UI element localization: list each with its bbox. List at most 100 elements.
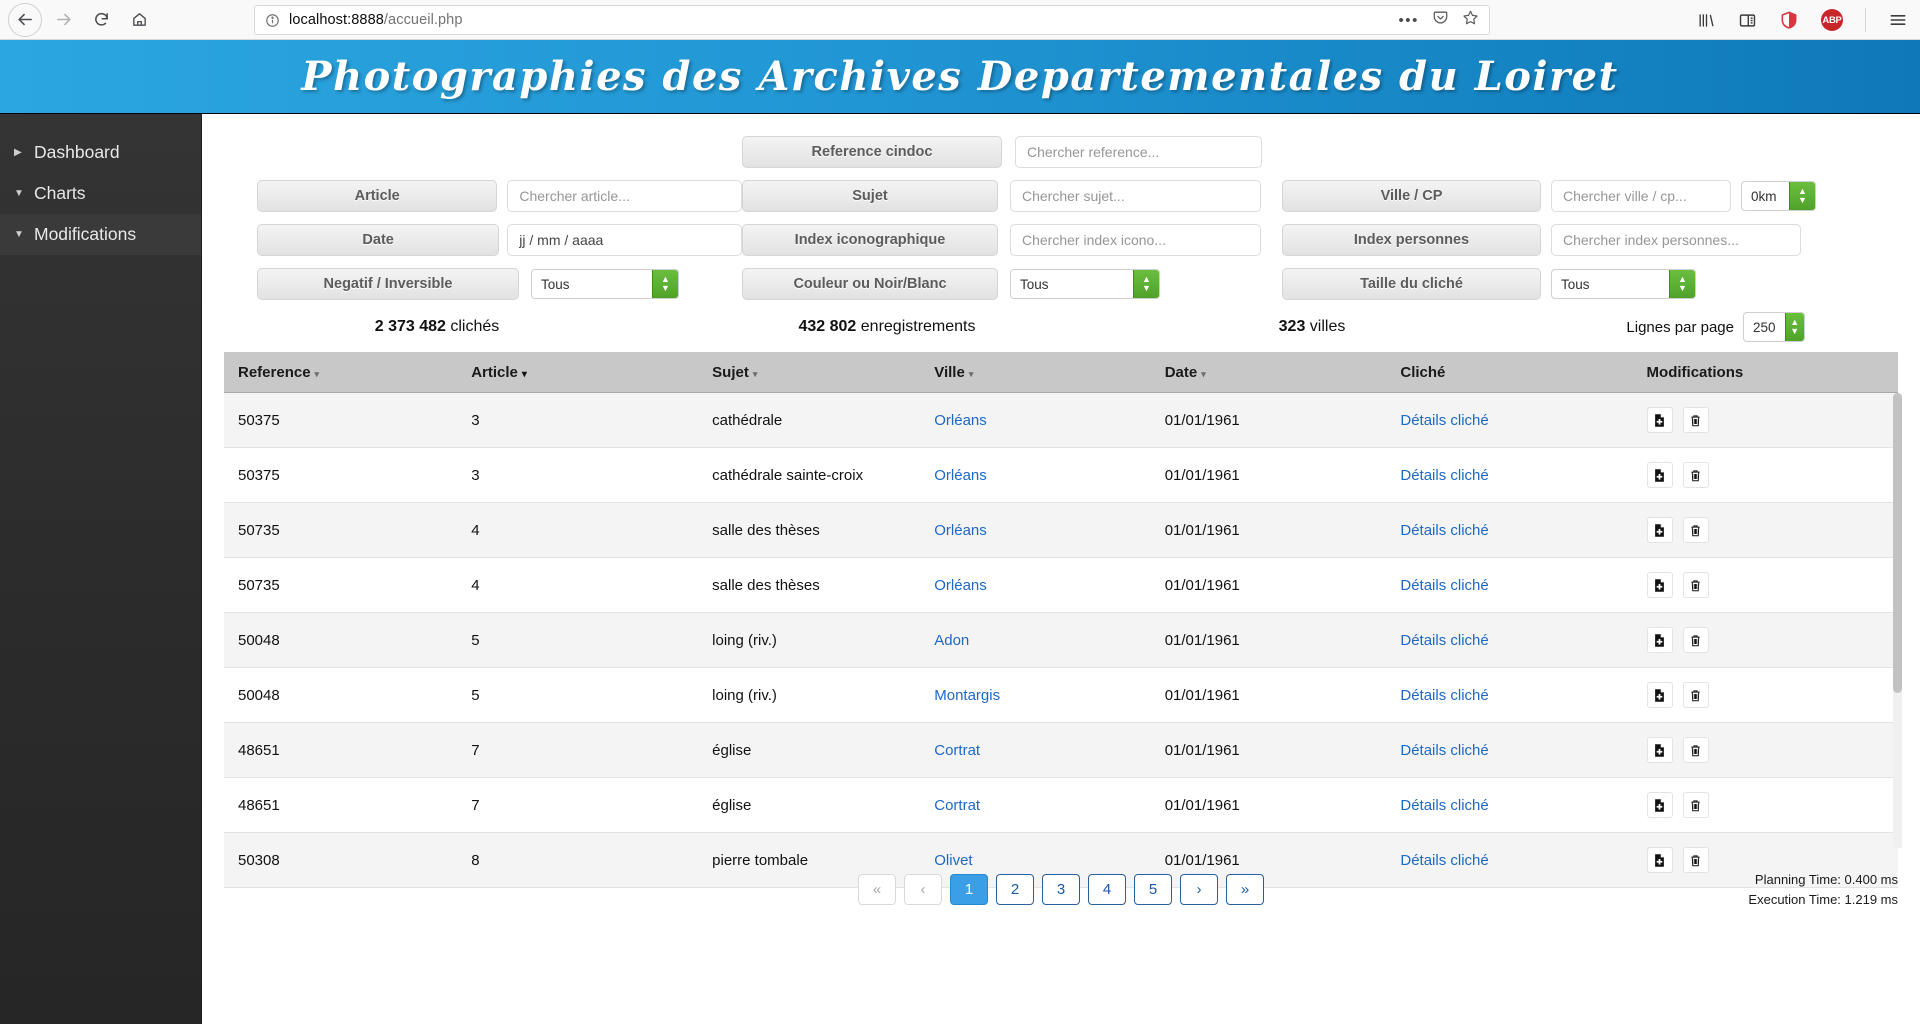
filter-button-sujet[interactable]: Sujet <box>742 180 998 212</box>
filter-button-taille-cliche[interactable]: Taille du cliché <box>1282 268 1541 300</box>
ville-link[interactable]: Orléans <box>934 522 987 539</box>
chevron-updown-icon[interactable]: ▲ ▼ <box>652 270 678 298</box>
column-header-sujet[interactable]: Sujet ▾ <box>712 353 935 393</box>
pagination-page-2[interactable]: 2 <box>996 873 1034 905</box>
filter-button-couleur-noir-blanc[interactable]: Couleur ou Noir/Blanc <box>742 268 998 300</box>
cliche-details-link[interactable]: Détails cliché <box>1400 577 1488 594</box>
search-input-article[interactable] <box>507 180 742 212</box>
column-header-date[interactable]: Date ▾ <box>1164 353 1401 393</box>
taille-cliche-select[interactable]: Tous ▲ ▼ <box>1551 269 1696 299</box>
trash-icon[interactable] <box>1682 407 1709 433</box>
chevron-updown-icon[interactable]: ▲ ▼ <box>1789 182 1815 210</box>
cliche-details-link[interactable]: Détails cliché <box>1400 632 1488 649</box>
trash-icon[interactable] <box>1682 627 1709 653</box>
filter-button-reference-cindoc[interactable]: Reference cindoc <box>742 136 1002 168</box>
sort-arrow-icon: ▾ <box>968 369 974 379</box>
pagination-page-5[interactable]: 5 <box>1134 873 1172 905</box>
search-input-index-icono[interactable] <box>1010 224 1261 256</box>
table-row: 50735 4 salle des thèses Orléans 01/01/1961 D… <box>224 557 1898 613</box>
cell-modifications <box>1646 502 1898 558</box>
pagination-page-3[interactable]: 3 <box>1042 873 1080 905</box>
search-input-index-personnes[interactable] <box>1551 224 1801 256</box>
file-plus-icon[interactable] <box>1646 792 1673 818</box>
back-arrow-icon[interactable] <box>8 2 42 37</box>
file-plus-icon[interactable] <box>1646 517 1673 543</box>
trash-icon[interactable] <box>1682 572 1709 598</box>
trash-icon[interactable] <box>1682 737 1709 763</box>
chevron-updown-icon[interactable]: ▲ ▼ <box>1669 270 1695 298</box>
file-plus-icon[interactable] <box>1646 407 1673 433</box>
library-icon[interactable] <box>1697 11 1716 30</box>
filter-button-index-personnes[interactable]: Index personnes <box>1282 224 1541 256</box>
file-plus-icon[interactable] <box>1646 682 1673 708</box>
table-scrollbar[interactable] <box>1893 393 1902 848</box>
trash-icon[interactable] <box>1682 792 1709 818</box>
pagination-page-1[interactable]: 1 <box>950 873 988 905</box>
cell-modifications <box>1646 612 1898 668</box>
pagination-next[interactable]: › <box>1180 873 1218 905</box>
scrollbar-thumb[interactable] <box>1893 393 1902 693</box>
search-input-sujet[interactable] <box>1010 180 1261 212</box>
cliche-details-link[interactable]: Détails cliché <box>1400 797 1488 814</box>
ville-link[interactable]: Montargis <box>934 687 1000 704</box>
trash-icon[interactable] <box>1682 682 1709 708</box>
page-info-icon[interactable] <box>265 13 280 28</box>
ville-link[interactable]: Orléans <box>934 577 987 594</box>
results-table: Reference ▾ Article ▾ Sujet ▾ Ville ▾ Date ▾ … <box>224 353 1898 888</box>
ville-link[interactable]: Orléans <box>934 467 987 484</box>
pagination-page-4[interactable]: 4 <box>1088 873 1126 905</box>
pagination-prev[interactable]: ‹ <box>904 873 942 905</box>
chevron-updown-icon[interactable]: ▲ ▼ <box>1133 270 1159 298</box>
shield-icon[interactable] <box>1779 10 1799 30</box>
forward-arrow-icon[interactable] <box>46 3 80 37</box>
stats-row: 2 373 482 clichés 432 802 enregistrement… <box>202 306 1920 348</box>
trash-icon[interactable] <box>1682 462 1709 488</box>
adblock-plus-icon[interactable]: ABP <box>1821 9 1843 31</box>
date-input[interactable] <box>507 224 742 256</box>
ville-link[interactable]: Cortrat <box>934 742 980 759</box>
pagination-first[interactable]: « <box>858 873 896 905</box>
home-icon[interactable] <box>122 3 156 37</box>
file-plus-icon[interactable] <box>1646 627 1673 653</box>
url-bar[interactable]: localhost:8888/accueil.php ••• <box>254 5 1490 35</box>
reload-icon[interactable] <box>84 3 118 37</box>
filter-button-ville-cp[interactable]: Ville / CP <box>1282 180 1541 212</box>
filter-button-article[interactable]: Article <box>257 180 498 212</box>
cliche-details-link[interactable]: Détails cliché <box>1400 522 1488 539</box>
sidebar-icon[interactable] <box>1738 11 1757 30</box>
cliche-details-link[interactable]: Détails cliché <box>1400 742 1488 759</box>
file-plus-icon[interactable] <box>1646 572 1673 598</box>
column-header-article[interactable]: Article ▾ <box>471 353 713 393</box>
cell-modifications <box>1646 667 1898 723</box>
lines-per-page-select[interactable]: 250 ▲ ▼ <box>1743 312 1805 342</box>
couleur-nb-select[interactable]: Tous ▲ ▼ <box>1010 269 1160 299</box>
hamburger-menu-icon[interactable] <box>1888 10 1908 30</box>
search-input-ville-cp[interactable] <box>1551 180 1731 212</box>
ville-link[interactable]: Cortrat <box>934 797 980 814</box>
pocket-icon[interactable] <box>1432 9 1449 31</box>
sidebar-item-charts[interactable]: ▼ Charts <box>0 173 201 214</box>
more-dots-icon[interactable]: ••• <box>1398 13 1419 28</box>
distance-select[interactable]: 0km ▲ ▼ <box>1741 181 1816 211</box>
file-plus-icon[interactable] <box>1646 737 1673 763</box>
cliche-details-link[interactable]: Détails cliché <box>1400 467 1488 484</box>
sidebar-item-dashboard[interactable]: ▶ Dashboard <box>0 132 201 173</box>
column-header-reference[interactable]: Reference ▾ <box>224 353 472 393</box>
chevron-updown-icon[interactable]: ▲ ▼ <box>1784 313 1804 341</box>
cliche-details-link[interactable]: Détails cliché <box>1400 687 1488 704</box>
filter-button-date[interactable]: Date <box>257 224 500 256</box>
cliche-details-link[interactable]: Détails cliché <box>1400 412 1488 429</box>
negatif-inversible-select[interactable]: Tous ▲ ▼ <box>531 269 679 299</box>
search-input-reference[interactable] <box>1015 136 1262 168</box>
file-plus-icon[interactable] <box>1646 462 1673 488</box>
column-header-ville[interactable]: Ville ▾ <box>934 353 1165 393</box>
trash-icon[interactable] <box>1682 517 1709 543</box>
pagination-last[interactable]: » <box>1226 873 1264 905</box>
sidebar-item-modifications[interactable]: ▼ Modifications <box>0 214 201 255</box>
filter-button-index-iconographique[interactable]: Index iconographique <box>742 224 998 256</box>
taille-select-value: Tous <box>1561 276 1590 292</box>
ville-link[interactable]: Orléans <box>934 412 987 429</box>
star-icon[interactable] <box>1462 9 1479 31</box>
filter-button-negatif-inversible[interactable]: Negatif / Inversible <box>257 268 519 300</box>
ville-link[interactable]: Adon <box>934 632 969 649</box>
